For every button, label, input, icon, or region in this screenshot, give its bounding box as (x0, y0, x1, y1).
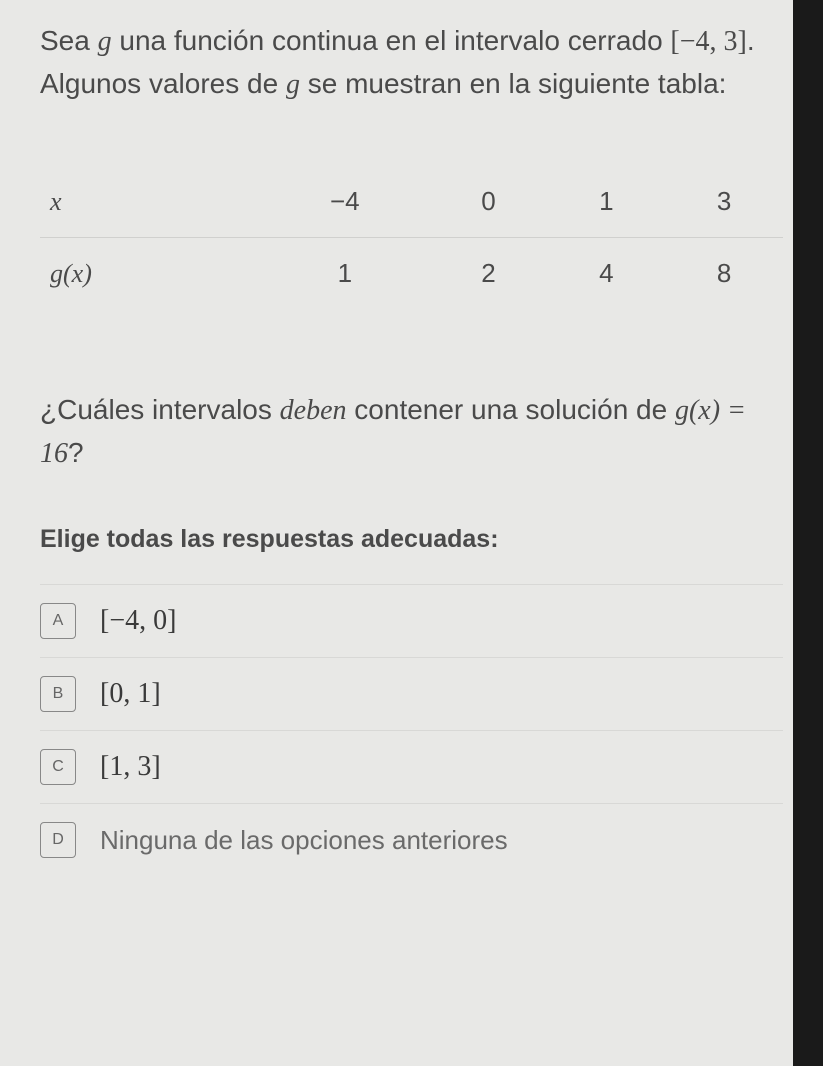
intro-text-4: se muestran en la siguiente tabla: (300, 68, 726, 99)
option-b[interactable]: B [0, 1] (40, 657, 783, 730)
intro-text-2: una función continua en el intervalo cer… (112, 25, 671, 56)
table-cell: 0 (430, 166, 548, 238)
table-header-gx: g(x) (40, 238, 260, 310)
table-cell: 2 (430, 238, 548, 310)
table-row-x: x −4 0 1 3 (40, 166, 783, 238)
option-text-d: Ninguna de las opciones anteriores (100, 825, 508, 856)
problem-intro: Sea g una función continua en el interva… (40, 20, 783, 106)
option-text-c: [1, 3] (100, 751, 161, 783)
table-cell: −4 (260, 166, 430, 238)
option-key-b: B (40, 676, 76, 712)
table-cell: 8 (665, 238, 783, 310)
table-cell: 1 (547, 166, 665, 238)
intro-g2: g (286, 69, 300, 100)
table-row-gx: g(x) 1 2 4 8 (40, 238, 783, 310)
option-d[interactable]: D Ninguna de las opciones anteriores (40, 803, 783, 876)
question-deben: deben (280, 395, 347, 426)
option-text-a: [−4, 0] (100, 605, 176, 637)
option-a[interactable]: A [−4, 0] (40, 584, 783, 657)
option-c[interactable]: C [1, 3] (40, 730, 783, 803)
question-part1: ¿Cuáles intervalos (40, 394, 280, 425)
instruction-text: Elige todas las respuestas adecuadas: (40, 525, 783, 554)
question-text: ¿Cuáles intervalos deben contener una so… (40, 389, 783, 475)
intro-interval: [−4, 3] (670, 26, 746, 57)
option-text-b: [0, 1] (100, 678, 161, 710)
option-key-c: C (40, 749, 76, 785)
intro-text-1: Sea (40, 25, 98, 56)
right-dark-bar (793, 0, 823, 1066)
intro-g: g (98, 26, 112, 57)
question-qmark: ? (68, 437, 84, 468)
table-cell: 1 (260, 238, 430, 310)
option-key-a: A (40, 603, 76, 639)
option-key-d: D (40, 822, 76, 858)
values-table: x −4 0 1 3 g(x) 1 2 4 8 (40, 166, 783, 309)
table-cell: 4 (547, 238, 665, 310)
question-part2: contener una solución de (347, 394, 675, 425)
table-cell: 3 (665, 166, 783, 238)
table-header-x: x (40, 166, 260, 238)
